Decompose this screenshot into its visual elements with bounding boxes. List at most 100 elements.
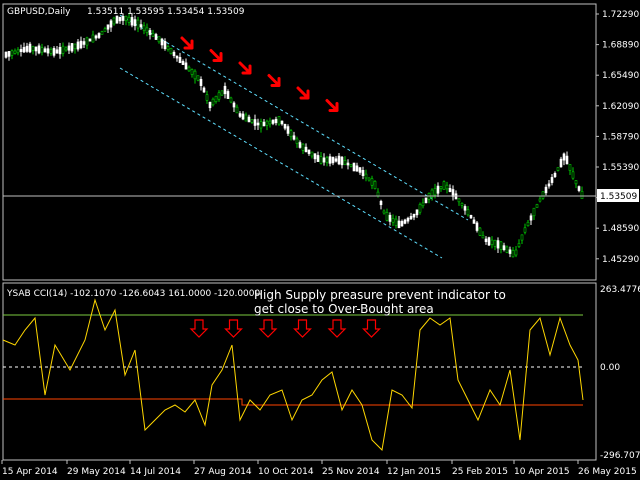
indicator-pane[interactable]: YSAB CCI(14) -102.1070 -126.6043 161.000… (2, 288, 584, 452)
candle-body (265, 120, 269, 126)
indicator-title: YSAB CCI(14) -102.1070 -126.6043 161.000… (6, 289, 261, 299)
candle-body (499, 241, 503, 250)
annotation-line-1: High Supply preasure prevent indicator t… (254, 288, 506, 302)
candle-body (385, 212, 389, 221)
candle-body (79, 40, 83, 49)
candle-body (538, 198, 542, 202)
down-arrow-icon (209, 49, 223, 62)
candle-body (274, 118, 278, 124)
candle-body (100, 31, 104, 35)
indicator-tick-top: 263.4776 (600, 285, 640, 295)
candle-body (394, 218, 398, 226)
candle-body (256, 122, 260, 126)
candle-body (85, 37, 89, 46)
price-pane[interactable]: GBPUSD,Daily 1.53511 1.53595 1.53454 1.5… (3, 7, 596, 259)
candle-body (247, 116, 251, 123)
candle-body (277, 116, 281, 125)
indicator-tick-zero: 0.00 (600, 363, 620, 373)
candle-body (127, 17, 131, 23)
candle-body (289, 130, 293, 138)
candle-body (439, 186, 443, 189)
candle-body (181, 61, 185, 65)
candle-body (103, 28, 107, 32)
symbol-label: GBPUSD,Daily (7, 7, 71, 17)
candle-body (460, 203, 464, 206)
time-tick-label: 14 Jul 2014 (130, 467, 181, 477)
candle-body (202, 87, 206, 93)
candle-body (328, 156, 332, 164)
candle-body (214, 95, 218, 103)
candle-body (529, 215, 533, 221)
candle-body (553, 172, 557, 178)
candle-body (340, 156, 344, 166)
candle-body (355, 165, 359, 172)
price-tick-label: 1.58790 (602, 132, 639, 142)
candle-body (409, 216, 413, 220)
candle-body (97, 33, 101, 38)
candle-body (562, 153, 566, 161)
candle-body (547, 183, 551, 187)
candle-body (406, 217, 410, 222)
candle-body (493, 239, 497, 247)
hollow-down-arrow-icon (362, 319, 381, 338)
candle-body (106, 24, 110, 30)
channel-upper-line (119, 14, 469, 221)
candle-body (400, 221, 404, 227)
candle-body (478, 227, 482, 236)
candle-body (559, 158, 563, 168)
candle-body (376, 191, 380, 197)
candle-body (115, 15, 119, 24)
candle-body (475, 222, 479, 231)
down-arrow-icon (296, 86, 310, 100)
candle-body (148, 30, 152, 35)
price-tick-label: 1.68890 (602, 41, 639, 51)
candle-body (175, 55, 179, 59)
price-tick-label: 1.65490 (602, 71, 639, 81)
time-tick-label: 27 Aug 2014 (194, 467, 252, 477)
annotation-line-2: get close to Over-Bought area (254, 302, 434, 316)
candle-body (436, 185, 440, 194)
candle-body (211, 98, 215, 106)
hollow-down-arrow-icon (258, 319, 278, 338)
candle-body (445, 184, 449, 190)
candle-body (472, 219, 476, 224)
candle-body (163, 40, 167, 50)
candle-body (502, 245, 506, 250)
candle-body (517, 243, 521, 247)
time-axis: 15 Apr 2014 29 May 2014 14 Jul 2014 27 Aug … (1, 460, 637, 477)
price-tick-label: 1.62090 (602, 102, 639, 112)
candle-body (568, 164, 572, 171)
candle-body (487, 237, 491, 246)
candle-body (91, 34, 95, 43)
candle-body (187, 66, 191, 72)
candle-body (424, 197, 428, 204)
candle-body (160, 38, 164, 46)
candle-body (145, 27, 149, 33)
candle-body (466, 209, 470, 216)
indicator-tick-bottom: -296.7078 (600, 451, 640, 461)
candle-body (217, 92, 221, 100)
candle-body (298, 142, 302, 148)
trading-chart[interactable]: GBPUSD,Daily 1.53511 1.53595 1.53454 1.5… (0, 0, 640, 480)
candle-body (391, 218, 395, 223)
candle-body (418, 204, 422, 213)
candle-body (151, 32, 155, 37)
candle-body (364, 173, 368, 179)
candle-body (334, 158, 338, 162)
candle-body (463, 206, 467, 211)
candle-body (70, 43, 74, 52)
price-tick-label: 1.45290 (602, 255, 639, 265)
candle-body (172, 51, 176, 57)
candle-body (193, 70, 197, 80)
candle-body (331, 156, 335, 164)
candle-body (367, 177, 371, 181)
candle-body (130, 17, 134, 26)
candle-body (166, 46, 170, 50)
candle-body (139, 24, 143, 28)
candle-body (571, 171, 575, 179)
hollow-down-arrow-icon (189, 319, 209, 338)
candle-body (523, 227, 527, 233)
candle-body (448, 188, 452, 192)
candle-body (574, 180, 578, 185)
candle-body (43, 48, 47, 53)
